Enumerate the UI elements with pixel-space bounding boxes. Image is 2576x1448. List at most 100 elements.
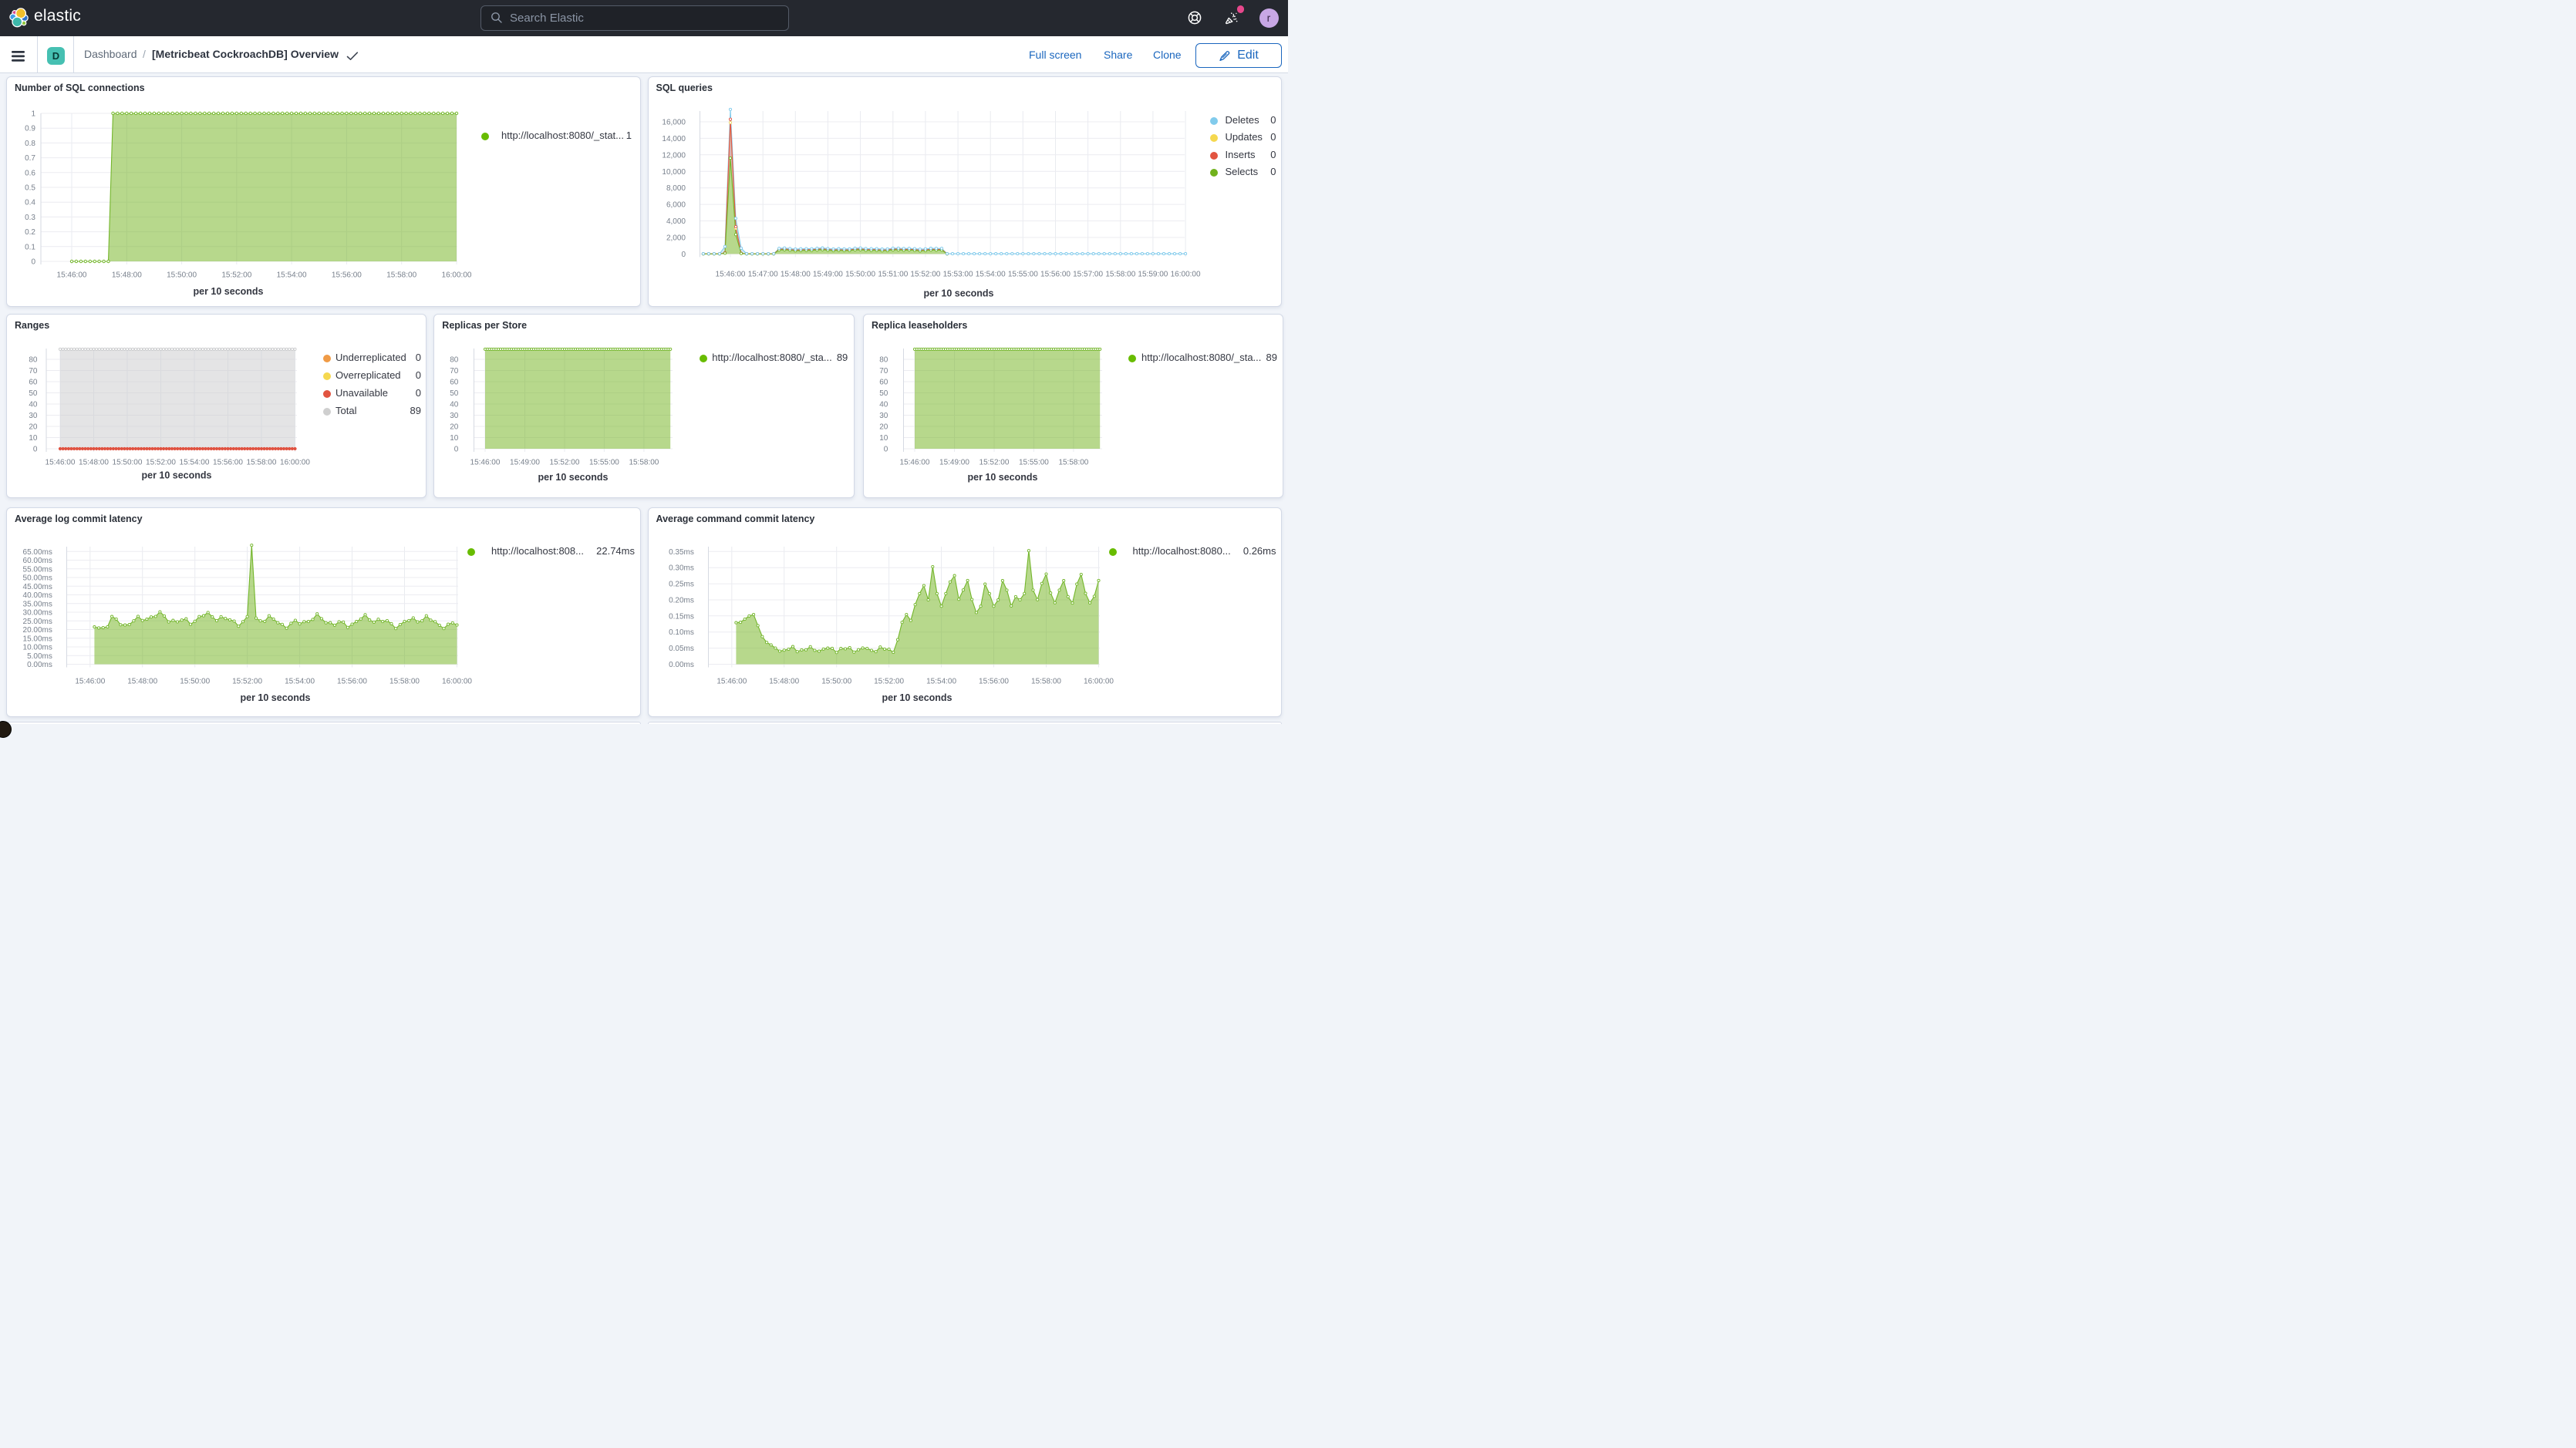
svg-text:0: 0: [681, 251, 686, 259]
svg-text:per 10 seconds: per 10 seconds: [142, 470, 212, 480]
svg-text:15:58:00: 15:58:00: [1031, 678, 1061, 686]
svg-text:40.00ms: 40.00ms: [23, 591, 52, 600]
svg-text:0.7: 0.7: [25, 154, 35, 163]
svg-text:15:54:00: 15:54:00: [285, 678, 315, 686]
svg-text:0.2: 0.2: [25, 228, 35, 237]
svg-text:15:46:00: 15:46:00: [715, 271, 745, 279]
svg-text:15:58:00: 15:58:00: [629, 458, 659, 466]
svg-text:0: 0: [884, 445, 888, 453]
svg-text:8,000: 8,000: [666, 184, 685, 193]
svg-text:15:55:00: 15:55:00: [1007, 271, 1037, 279]
svg-text:15:52:00: 15:52:00: [979, 458, 1010, 466]
svg-text:20: 20: [450, 423, 459, 431]
svg-text:15:48:00: 15:48:00: [769, 678, 799, 686]
svg-text:2,000: 2,000: [666, 234, 685, 243]
svg-text:15:52:00: 15:52:00: [910, 271, 940, 279]
svg-text:70: 70: [450, 367, 459, 375]
svg-text:0: 0: [31, 258, 35, 267]
svg-text:15:56:00: 15:56:00: [337, 678, 367, 686]
svg-text:10: 10: [29, 434, 38, 443]
svg-text:15:52:00: 15:52:00: [221, 271, 251, 280]
svg-text:15:50:00: 15:50:00: [845, 271, 875, 279]
svg-text:45.00ms: 45.00ms: [23, 583, 52, 591]
svg-text:15:46:00: 15:46:00: [716, 678, 747, 686]
svg-text:15:52:00: 15:52:00: [550, 458, 580, 466]
svg-text:20: 20: [29, 423, 38, 431]
svg-text:4,000: 4,000: [666, 217, 685, 226]
svg-text:0.00ms: 0.00ms: [27, 661, 52, 669]
svg-text:20.00ms: 20.00ms: [23, 626, 52, 635]
svg-text:10: 10: [450, 434, 459, 443]
svg-text:20: 20: [879, 423, 888, 431]
svg-text:15:46:00: 15:46:00: [57, 271, 87, 280]
svg-text:15:49:00: 15:49:00: [939, 458, 969, 466]
svg-text:15:55:00: 15:55:00: [1019, 458, 1049, 466]
svg-text:0.20ms: 0.20ms: [669, 597, 694, 605]
svg-text:60: 60: [450, 379, 459, 387]
svg-text:30: 30: [879, 412, 888, 420]
svg-text:15:58:00: 15:58:00: [386, 271, 416, 280]
svg-text:15:56:00: 15:56:00: [979, 678, 1009, 686]
svg-text:16:00:00: 16:00:00: [442, 271, 472, 280]
svg-text:15:58:00: 15:58:00: [1058, 458, 1088, 466]
svg-text:10: 10: [879, 434, 888, 443]
svg-text:0.3: 0.3: [25, 214, 35, 222]
svg-text:35.00ms: 35.00ms: [23, 600, 52, 608]
svg-text:0.4: 0.4: [25, 199, 35, 207]
svg-text:15:48:00: 15:48:00: [79, 458, 109, 466]
svg-text:55.00ms: 55.00ms: [23, 565, 52, 574]
svg-text:30: 30: [450, 412, 459, 420]
svg-text:15:46:00: 15:46:00: [900, 458, 930, 466]
svg-text:15:59:00: 15:59:00: [1138, 271, 1168, 279]
svg-text:15:54:00: 15:54:00: [975, 271, 1005, 279]
svg-text:per 10 seconds: per 10 seconds: [193, 286, 263, 297]
svg-text:per 10 seconds: per 10 seconds: [923, 288, 993, 299]
svg-text:15:48:00: 15:48:00: [780, 271, 810, 279]
svg-text:15:56:00: 15:56:00: [332, 271, 362, 280]
svg-text:16:00:00: 16:00:00: [442, 678, 472, 686]
svg-text:15:48:00: 15:48:00: [112, 271, 142, 280]
svg-text:15:53:00: 15:53:00: [942, 271, 973, 279]
svg-text:0.5: 0.5: [25, 184, 35, 193]
svg-text:per 10 seconds: per 10 seconds: [968, 472, 1038, 483]
svg-text:15:50:00: 15:50:00: [180, 678, 210, 686]
svg-text:0: 0: [33, 445, 38, 453]
svg-text:per 10 seconds: per 10 seconds: [882, 692, 952, 703]
svg-text:15:52:00: 15:52:00: [232, 678, 262, 686]
svg-text:15:49:00: 15:49:00: [812, 271, 842, 279]
svg-text:5.00ms: 5.00ms: [27, 652, 52, 661]
svg-text:0.05ms: 0.05ms: [669, 645, 694, 653]
svg-text:per 10 seconds: per 10 seconds: [538, 472, 609, 483]
svg-text:15:46:00: 15:46:00: [46, 458, 76, 466]
svg-text:15.00ms: 15.00ms: [23, 635, 52, 643]
svg-text:15:54:00: 15:54:00: [180, 458, 210, 466]
svg-text:15:54:00: 15:54:00: [277, 271, 307, 280]
svg-text:15:49:00: 15:49:00: [510, 458, 540, 466]
svg-text:50: 50: [879, 389, 888, 398]
svg-text:15:46:00: 15:46:00: [75, 678, 105, 686]
svg-text:0.15ms: 0.15ms: [669, 612, 694, 621]
svg-text:15:54:00: 15:54:00: [926, 678, 956, 686]
svg-text:15:52:00: 15:52:00: [146, 458, 176, 466]
svg-text:15:52:00: 15:52:00: [874, 678, 904, 686]
svg-text:0.30ms: 0.30ms: [669, 564, 694, 573]
svg-text:0.10ms: 0.10ms: [669, 628, 694, 637]
svg-text:1: 1: [31, 110, 35, 119]
svg-text:per 10 seconds: per 10 seconds: [240, 692, 310, 703]
svg-text:15:57:00: 15:57:00: [1073, 271, 1103, 279]
svg-text:15:48:00: 15:48:00: [127, 678, 157, 686]
svg-text:30.00ms: 30.00ms: [23, 609, 52, 618]
svg-text:15:47:00: 15:47:00: [747, 271, 777, 279]
svg-text:50: 50: [450, 389, 459, 398]
svg-text:15:58:00: 15:58:00: [247, 458, 277, 466]
svg-text:0.00ms: 0.00ms: [669, 661, 694, 669]
svg-text:0.1: 0.1: [25, 243, 35, 251]
svg-text:0.6: 0.6: [25, 169, 35, 177]
svg-text:25.00ms: 25.00ms: [23, 618, 52, 626]
svg-text:16:00:00: 16:00:00: [280, 458, 310, 466]
svg-text:6,000: 6,000: [666, 201, 685, 210]
svg-text:15:55:00: 15:55:00: [589, 458, 619, 466]
svg-text:15:50:00: 15:50:00: [167, 271, 197, 280]
svg-text:15:50:00: 15:50:00: [113, 458, 143, 466]
svg-text:16:00:00: 16:00:00: [1084, 678, 1114, 686]
